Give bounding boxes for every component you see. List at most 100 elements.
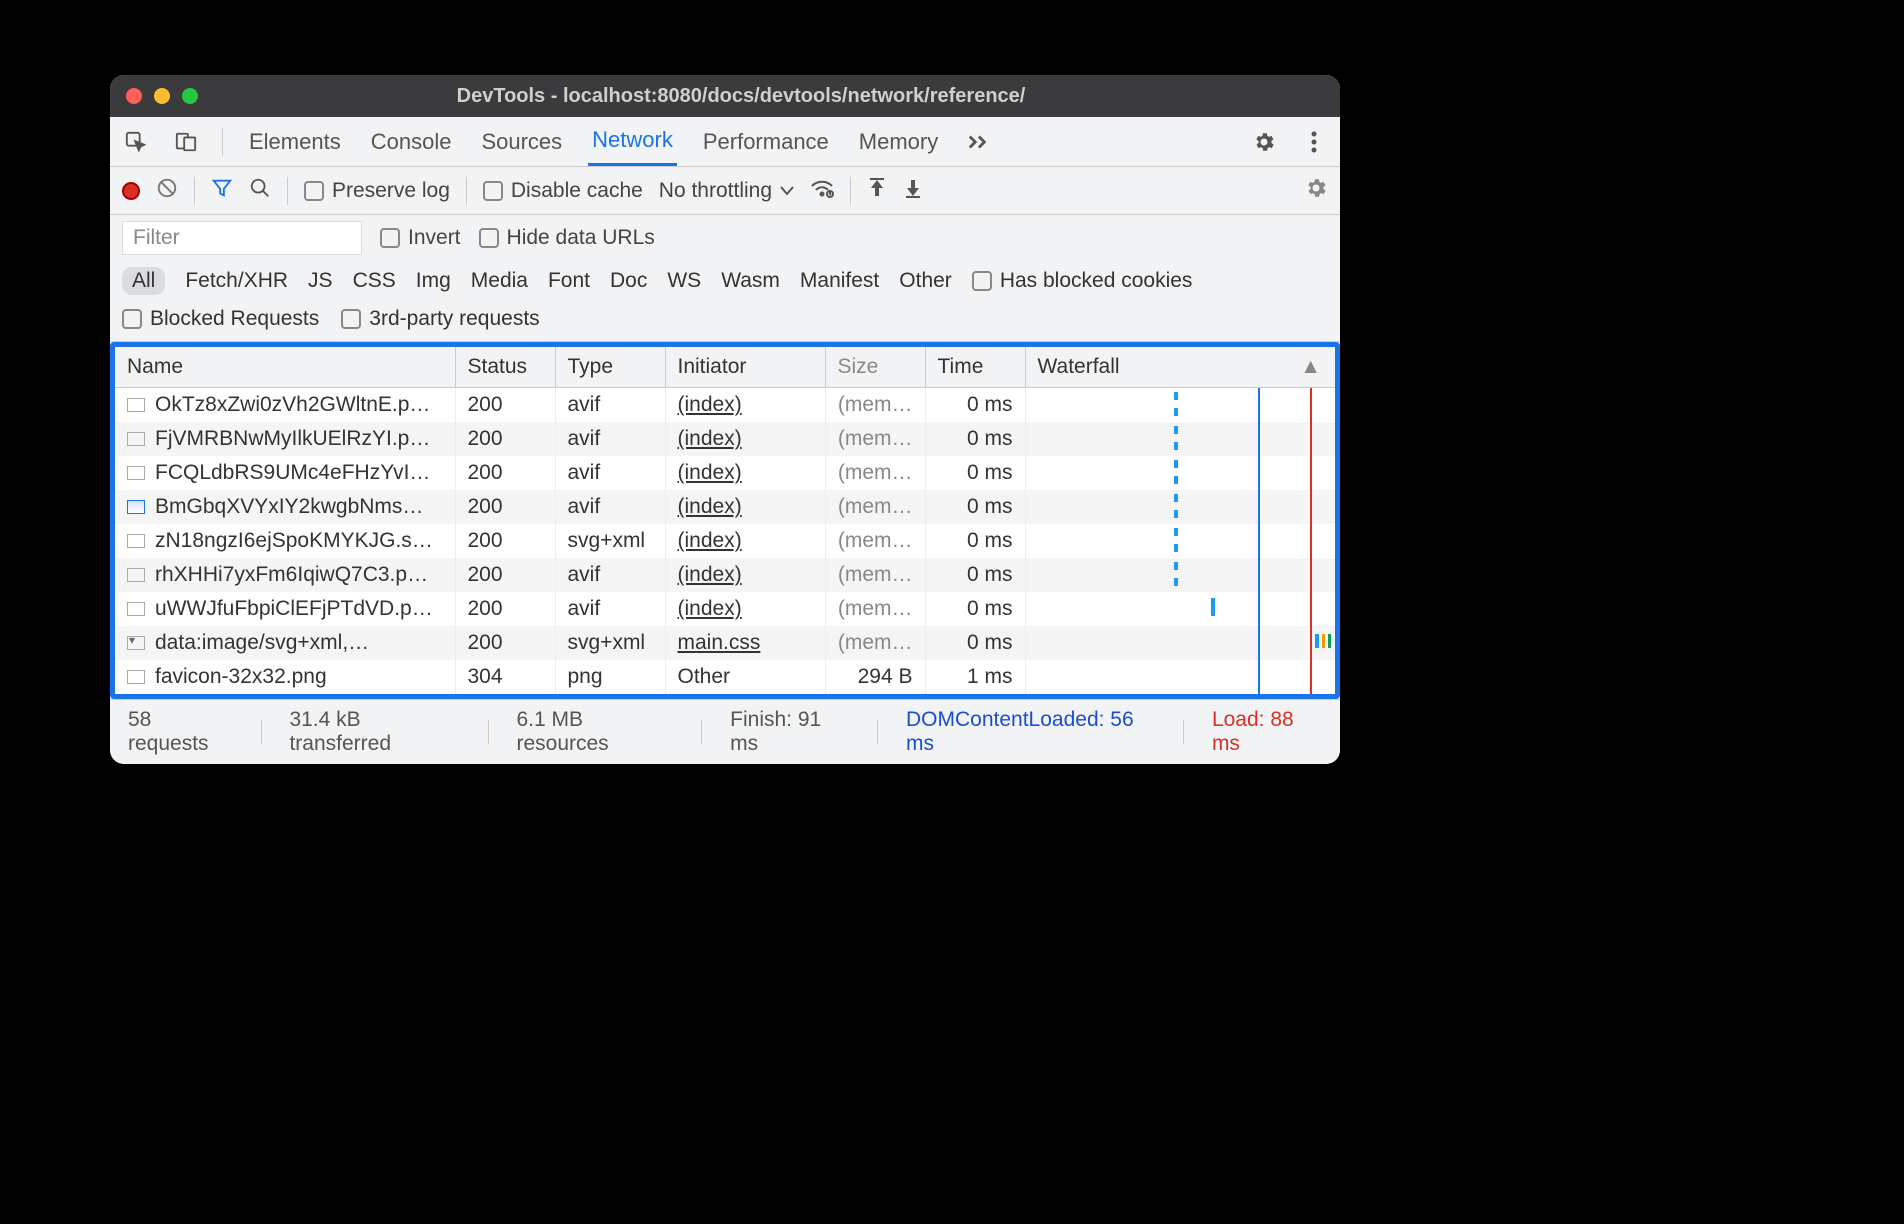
third-party-label: 3rd-party requests <box>369 307 539 331</box>
tab-console[interactable]: Console <box>367 119 456 165</box>
divider <box>850 177 851 205</box>
request-type: svg+xml <box>555 626 665 660</box>
table-row[interactable]: OkTz8xZwi0zVh2GWltnE.p…200avif(index)(me… <box>115 388 1335 423</box>
col-status[interactable]: Status <box>455 347 555 388</box>
kebab-menu-icon[interactable] <box>1300 128 1328 156</box>
filter-placeholder: Filter <box>133 226 180 250</box>
record-button[interactable] <box>122 182 140 200</box>
chip-font[interactable]: Font <box>548 269 590 293</box>
settings-gear-icon[interactable] <box>1250 128 1278 156</box>
maximize-window-button[interactable] <box>182 88 198 104</box>
table-row[interactable]: uWWJfuFbpiClEFjPTdVD.p…200avif(index)(me… <box>115 592 1335 626</box>
requests-table: Name Status Type Initiator Size Time Wat… <box>115 347 1335 694</box>
preserve-log-checkbox[interactable]: Preserve log <box>304 179 450 203</box>
file-type-icon <box>127 466 145 480</box>
table-row[interactable]: BmGbqXVYxIY2kwgbNms…200avif(index)(mem…0… <box>115 490 1335 524</box>
initiator-link[interactable]: (index) <box>678 461 742 484</box>
search-icon[interactable] <box>249 177 271 205</box>
hide-data-urls-checkbox[interactable]: Hide data URLs <box>479 226 655 250</box>
status-finish: Finish: 91 ms <box>730 708 849 756</box>
device-toolbar-icon[interactable] <box>172 128 200 156</box>
table-row[interactable]: rhXHHi7yxFm6IqiwQ7C3.p…200avif(index)(me… <box>115 558 1335 592</box>
col-initiator[interactable]: Initiator <box>665 347 825 388</box>
table-row[interactable]: FjVMRBNwMyIlkUElRzYI.p…200avif(index)(me… <box>115 422 1335 456</box>
tab-network[interactable]: Network <box>588 117 677 166</box>
initiator-link[interactable]: (index) <box>678 495 742 518</box>
blocked-requests-checkbox[interactable]: Blocked Requests <box>122 307 319 331</box>
file-type-icon <box>127 602 145 616</box>
request-time: 0 ms <box>925 524 1025 558</box>
chip-img[interactable]: Img <box>416 269 451 293</box>
third-party-checkbox[interactable]: 3rd-party requests <box>341 307 539 331</box>
panel-settings-gear-icon[interactable] <box>1304 176 1328 206</box>
table-row[interactable]: data:image/svg+xml,…200svg+xmlmain.css(m… <box>115 626 1335 660</box>
request-name: data:image/svg+xml,… <box>155 631 369 655</box>
network-conditions-icon[interactable] <box>810 178 834 204</box>
request-status: 200 <box>455 524 555 558</box>
initiator-link[interactable]: (index) <box>678 393 742 416</box>
table-row[interactable]: FCQLdbRS9UMc4eFHzYvI…200avif(index)(mem…… <box>115 456 1335 490</box>
chip-css[interactable]: CSS <box>353 269 396 293</box>
col-time[interactable]: Time <box>925 347 1025 388</box>
request-type: avif <box>555 388 665 423</box>
download-har-icon[interactable] <box>903 178 923 204</box>
request-time: 0 ms <box>925 456 1025 490</box>
table-row[interactable]: favicon-32x32.png304pngOther294 B1 ms <box>115 660 1335 694</box>
close-window-button[interactable] <box>126 88 142 104</box>
file-type-icon <box>127 636 145 650</box>
waterfall-cell <box>1025 456 1335 490</box>
divider <box>222 128 223 156</box>
chip-other[interactable]: Other <box>899 269 952 293</box>
tab-performance[interactable]: Performance <box>699 119 833 165</box>
table-row[interactable]: zN18ngzI6ejSpoKMYKJG.s…200svg+xml(index)… <box>115 524 1335 558</box>
chip-js[interactable]: JS <box>308 269 333 293</box>
chip-doc[interactable]: Doc <box>610 269 647 293</box>
tab-elements[interactable]: Elements <box>245 119 345 165</box>
more-tabs-icon[interactable] <box>964 128 992 156</box>
initiator-link[interactable]: (index) <box>678 563 742 586</box>
clear-icon[interactable] <box>156 177 178 205</box>
col-waterfall[interactable]: Waterfall▲ <box>1025 347 1335 388</box>
extra-filters-row: Blocked Requests 3rd-party requests <box>110 301 1340 342</box>
col-type[interactable]: Type <box>555 347 665 388</box>
chip-ws[interactable]: WS <box>667 269 701 293</box>
chip-wasm[interactable]: Wasm <box>721 269 780 293</box>
initiator-link[interactable]: (index) <box>678 597 742 620</box>
waterfall-cell <box>1025 388 1335 423</box>
initiator-link[interactable]: (index) <box>678 427 742 450</box>
request-size: (mem… <box>825 558 925 592</box>
col-name[interactable]: Name <box>115 347 455 388</box>
waterfall-cell <box>1025 660 1335 694</box>
filter-input[interactable]: Filter <box>122 221 362 255</box>
invert-checkbox[interactable]: Invert <box>380 226 461 250</box>
chip-media[interactable]: Media <box>471 269 528 293</box>
col-size[interactable]: Size <box>825 347 925 388</box>
request-type: svg+xml <box>555 524 665 558</box>
request-time: 1 ms <box>925 660 1025 694</box>
tab-memory[interactable]: Memory <box>855 119 942 165</box>
window-title: DevTools - localhost:8080/docs/devtools/… <box>218 85 1264 108</box>
file-type-icon <box>127 432 145 446</box>
request-time: 0 ms <box>925 558 1025 592</box>
tab-sources[interactable]: Sources <box>477 119 566 165</box>
chip-all[interactable]: All <box>122 267 165 295</box>
status-transferred: 31.4 kB transferred <box>289 708 459 756</box>
minimize-window-button[interactable] <box>154 88 170 104</box>
filter-funnel-icon[interactable] <box>211 177 233 205</box>
throttling-value: No throttling <box>659 179 772 203</box>
titlebar: DevTools - localhost:8080/docs/devtools/… <box>110 75 1340 117</box>
has-blocked-cookies-checkbox[interactable]: Has blocked cookies <box>972 269 1193 293</box>
initiator-link[interactable]: main.css <box>678 631 761 654</box>
disable-cache-checkbox[interactable]: Disable cache <box>483 179 643 203</box>
request-type: avif <box>555 422 665 456</box>
upload-har-icon[interactable] <box>867 178 887 204</box>
initiator-link[interactable]: (index) <box>678 529 742 552</box>
status-load: Load: 88 ms <box>1212 708 1322 756</box>
throttling-select[interactable]: No throttling <box>659 179 794 203</box>
request-status: 200 <box>455 558 555 592</box>
has-blocked-cookies-label: Has blocked cookies <box>1000 269 1193 293</box>
chip-fetch-xhr[interactable]: Fetch/XHR <box>185 269 288 293</box>
inspect-element-icon[interactable] <box>122 128 150 156</box>
request-time: 0 ms <box>925 626 1025 660</box>
chip-manifest[interactable]: Manifest <box>800 269 879 293</box>
